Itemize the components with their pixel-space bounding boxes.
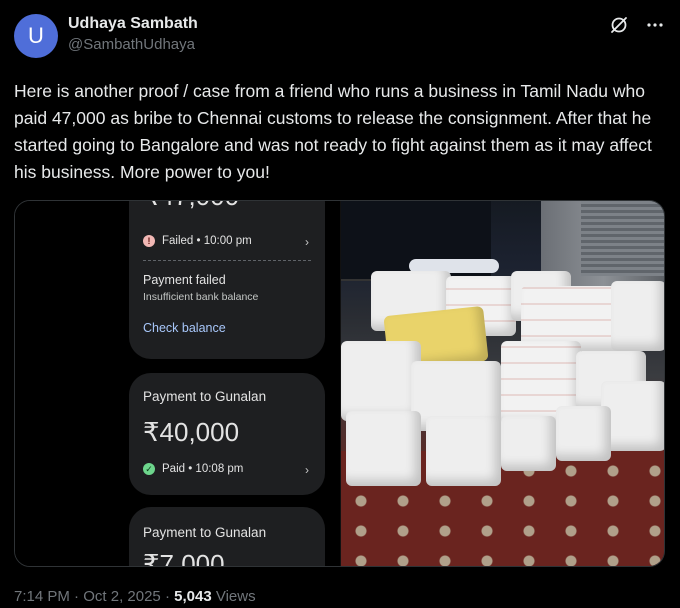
- tweet-header: U Udhaya Sambath @SambathUdhaya: [14, 10, 666, 66]
- payment-status-text: Failed • 10:00 pm: [162, 235, 252, 247]
- payment-status[interactable]: ✓ Paid • 10:08 pm: [143, 463, 243, 475]
- separator: ·: [164, 588, 170, 605]
- views-label: Views: [215, 588, 256, 605]
- payment-amount: ₹47,000: [143, 201, 239, 212]
- more-dots-icon[interactable]: [644, 14, 666, 36]
- tweet-media[interactable]: ₹47,000 ! Failed • 10:00 pm › Payment fa…: [14, 200, 665, 567]
- tweet-footer: 7:14 PM · Oct 2, 2025 · 5,043 Views: [14, 586, 256, 608]
- package: [556, 406, 611, 461]
- package: [501, 416, 556, 471]
- payment-recipient: Payment to Gunalan: [143, 525, 267, 540]
- header-actions: [608, 14, 666, 36]
- package: [426, 416, 501, 486]
- package: [611, 281, 664, 351]
- grok-slash-icon[interactable]: [608, 14, 630, 36]
- divider: [143, 260, 311, 261]
- payment-failed-subtitle: Insufficient bank balance: [143, 291, 259, 303]
- failed-icon: !: [143, 235, 155, 247]
- payment-failed-title: Payment failed: [143, 273, 226, 287]
- payment-screenshot[interactable]: ₹47,000 ! Failed • 10:00 pm › Payment fa…: [15, 201, 340, 566]
- payment-status-text: Paid • 10:08 pm: [162, 463, 244, 475]
- display-name[interactable]: Udhaya Sambath: [68, 14, 198, 34]
- tweet-time[interactable]: 7:14 PM: [14, 588, 70, 605]
- payment-card-partial: Payment to Gunalan ₹7,000: [129, 507, 325, 566]
- chevron-right-icon[interactable]: ›: [305, 463, 309, 477]
- handle[interactable]: @SambathUdhaya: [68, 34, 198, 56]
- tweet-date[interactable]: Oct 2, 2025: [83, 588, 161, 605]
- author-names: Udhaya Sambath @SambathUdhaya: [68, 14, 198, 56]
- tweet-text: Here is another proof / case from a frie…: [14, 81, 652, 182]
- package: [341, 341, 421, 421]
- payment-recipient: Payment to Gunalan: [143, 389, 267, 404]
- payment-status[interactable]: ! Failed • 10:00 pm: [143, 235, 252, 247]
- payment-card-failed: ₹47,000 ! Failed • 10:00 pm › Payment fa…: [129, 201, 325, 359]
- chevron-right-icon[interactable]: ›: [305, 235, 309, 249]
- separator: ·: [74, 588, 80, 605]
- packages-photo[interactable]: [340, 201, 664, 566]
- shutter: [581, 201, 664, 276]
- check-icon: ✓: [143, 463, 155, 475]
- package: [346, 411, 421, 486]
- payment-amount: ₹40,000: [143, 417, 240, 447]
- avatar[interactable]: U: [14, 14, 58, 58]
- views-count[interactable]: 5,043: [174, 588, 212, 605]
- check-balance-link[interactable]: Check balance: [143, 321, 226, 335]
- payment-amount: ₹7,000: [143, 549, 225, 566]
- payment-card-paid: Payment to Gunalan ₹40,000 ✓ Paid • 10:0…: [129, 373, 325, 495]
